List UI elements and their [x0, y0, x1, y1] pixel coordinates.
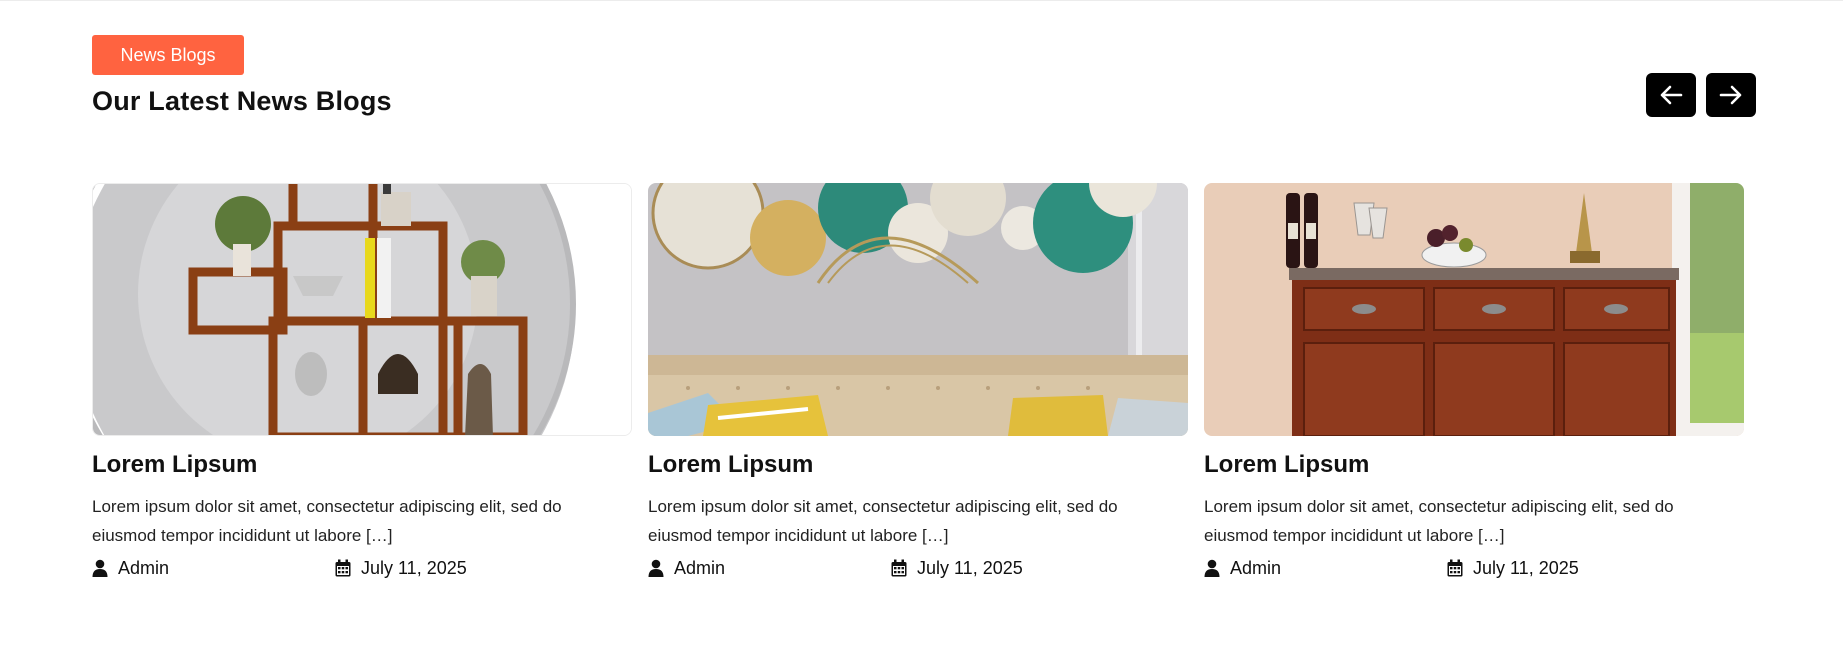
- post-date: July 11, 2025: [361, 557, 467, 578]
- blog-title[interactable]: Lorem Lipsum: [92, 451, 632, 480]
- section-badge: News Blogs: [92, 35, 244, 75]
- blog-author: Admin: [1204, 558, 1281, 579]
- blog-image-shelf[interactable]: [92, 183, 632, 436]
- user-icon: [648, 559, 664, 578]
- blog-excerpt: Lorem ipsum dolor sit amet, consectetur …: [92, 496, 562, 545]
- blog-author: Admin: [648, 558, 725, 579]
- blog-meta: Admin July 11, 2025: [92, 558, 632, 584]
- post-date: July 11, 2025: [1473, 557, 1579, 578]
- carousel-next-button[interactable]: [1706, 73, 1756, 117]
- user-icon: [92, 559, 108, 578]
- section-title: Our Latest News Blogs: [92, 86, 392, 116]
- blog-meta: Admin July 11, 2025: [1204, 558, 1744, 584]
- author-name: Admin: [674, 557, 726, 578]
- blog-card[interactable]: Lorem Lipsum Lorem ipsum dolor sit amet,…: [648, 183, 1188, 584]
- blog-author: Admin: [92, 558, 169, 579]
- calendar-icon: [335, 559, 351, 577]
- post-date: July 11, 2025: [917, 557, 1023, 578]
- author-name: Admin: [118, 557, 170, 578]
- blog-date: July 11, 2025: [891, 558, 1023, 579]
- blog-date: July 11, 2025: [1447, 558, 1579, 579]
- blog-excerpt: Lorem ipsum dolor sit amet, consectetur …: [1204, 496, 1674, 545]
- user-icon: [1204, 559, 1220, 578]
- calendar-icon: [891, 559, 907, 577]
- blog-title[interactable]: Lorem Lipsum: [1204, 451, 1744, 480]
- blog-title[interactable]: Lorem Lipsum: [648, 451, 1188, 480]
- carousel-prev-button[interactable]: [1646, 73, 1696, 117]
- blog-card[interactable]: Lorem Lipsum Lorem ipsum dolor sit amet,…: [92, 183, 632, 584]
- blog-excerpt: Lorem ipsum dolor sit amet, consectetur …: [648, 496, 1118, 545]
- blog-date: July 11, 2025: [335, 558, 467, 579]
- author-name: Admin: [1230, 557, 1282, 578]
- blog-image-sofa[interactable]: [648, 183, 1188, 436]
- top-divider: [0, 0, 1843, 1]
- arrow-left-icon: [1660, 85, 1683, 105]
- blog-card[interactable]: Lorem Lipsum Lorem ipsum dolor sit amet,…: [1204, 183, 1744, 584]
- calendar-icon: [1447, 559, 1463, 577]
- arrow-right-icon: [1719, 85, 1742, 105]
- blog-image-sideboard[interactable]: [1204, 183, 1744, 436]
- blog-meta: Admin July 11, 2025: [648, 558, 1188, 584]
